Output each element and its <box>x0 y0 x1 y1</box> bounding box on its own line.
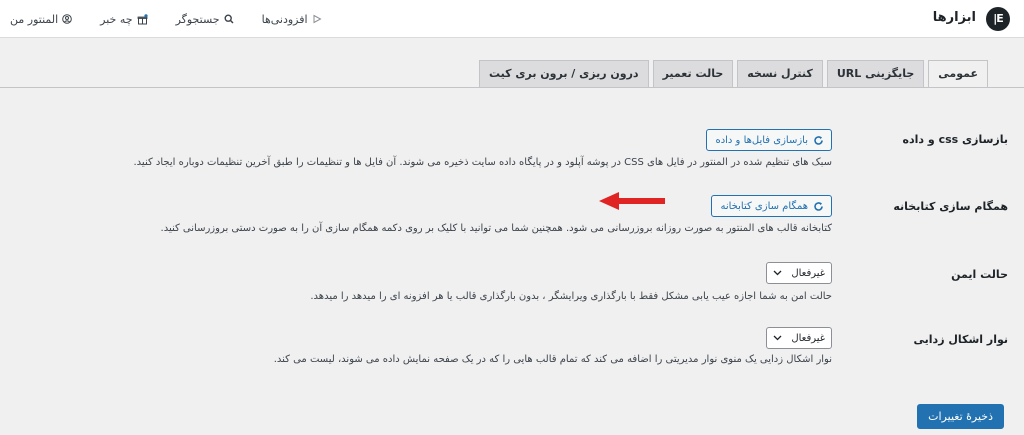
user-circle-icon <box>62 14 72 24</box>
gift-icon <box>137 13 148 24</box>
save-changes-button[interactable]: ذخیرهٔ تغییرات <box>917 404 1004 429</box>
tab-replace-url[interactable]: جایگزینی URL <box>826 60 925 87</box>
nav-whats-new-label: چه خبر <box>100 12 133 26</box>
sync-library-description: کتابخانه قالب های المنتور به صورت روزانه… <box>160 223 832 234</box>
debug-bar-select[interactable]: غیرفعال <box>766 327 832 349</box>
top-nav: المنتور من چه خبر جستجوگر افزودنی‌ها <box>10 10 322 28</box>
tab-general[interactable]: عمومی <box>928 60 988 88</box>
nav-search-label: جستجوگر <box>175 12 220 26</box>
nav-search[interactable]: جستجوگر <box>176 10 234 28</box>
nav-addons-label: افزودنی‌ها <box>261 12 308 26</box>
safe-mode-select[interactable]: غیرفعال <box>766 262 832 284</box>
play-icon <box>313 14 322 24</box>
tab-import-export-kit[interactable]: درون ریزی / برون بری کیت <box>479 60 649 87</box>
debug-bar-label: نوار اشکال زدایی <box>913 333 1008 346</box>
nav-account[interactable]: المنتور من <box>10 10 72 28</box>
css-regenerate-label: بازسازی css و داده <box>902 133 1008 146</box>
regenerate-files-button[interactable]: بازسازی فایل‌ها و داده <box>706 129 832 151</box>
tab-version-control[interactable]: کنترل نسخه <box>737 60 823 87</box>
safe-mode-description: حالت امن به شما اجازه عیب یابی مشکل فقط … <box>310 291 832 302</box>
chevron-down-icon <box>773 270 782 276</box>
sync-library-label: همگام سازی کتابخانه <box>893 200 1008 213</box>
chevron-down-icon <box>773 335 782 341</box>
regenerate-files-button-label: بازسازی فایل‌ها و داده <box>715 134 808 146</box>
top-bar: |E ابزارها المنتور من چه خبر جستجوگر افز… <box>0 0 1024 38</box>
sync-icon <box>814 201 823 211</box>
tab-maintenance-mode[interactable]: حالت تعمیر <box>652 60 734 87</box>
search-icon <box>224 14 234 24</box>
nav-account-label: المنتور من <box>10 12 59 26</box>
css-regenerate-description: سبک های تنظیم شده در المنتور در فایل های… <box>133 157 833 168</box>
tab-divider <box>0 87 1024 88</box>
page-title: ابزارها <box>932 10 976 25</box>
elementor-logo-icon: |E <box>986 7 1010 31</box>
safe-mode-select-value: غیرفعال <box>791 267 825 279</box>
nav-whats-new[interactable]: چه خبر <box>100 10 148 28</box>
nav-addons[interactable]: افزودنی‌ها <box>262 10 322 28</box>
safe-mode-label: حالت ایمن <box>951 268 1008 281</box>
debug-bar-description: نوار اشکال زدایی یک منوی نوار مدیریتی را… <box>273 354 832 365</box>
sync-icon <box>814 135 823 145</box>
settings-tabs: عمومی جایگزینی URL کنترل نسخه حالت تعمیر… <box>479 60 988 88</box>
sync-library-button-label: همگام سازی کتابخانه <box>720 200 808 212</box>
sync-library-button[interactable]: همگام سازی کتابخانه <box>711 195 832 217</box>
debug-bar-select-value: غیرفعال <box>791 332 825 344</box>
red-arrow-icon <box>599 192 665 210</box>
